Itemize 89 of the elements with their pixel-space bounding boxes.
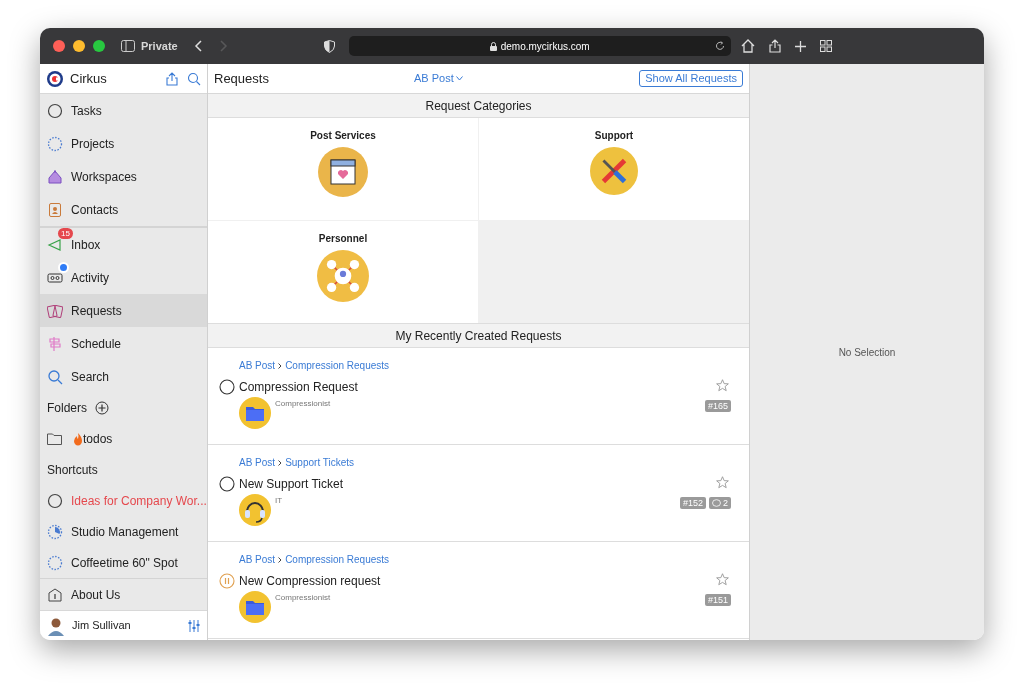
circle-icon: [47, 102, 63, 119]
show-all-button[interactable]: Show All Requests: [639, 70, 743, 87]
flame-icon: [73, 433, 83, 446]
url-text: demo.mycirkus.com: [500, 39, 590, 54]
user-name: Jim Sullivan: [72, 618, 132, 634]
lock-icon: [489, 41, 497, 51]
category-tile[interactable]: Post Services: [208, 118, 478, 220]
share-icon[interactable]: [165, 71, 179, 86]
cards-icon: [47, 302, 63, 319]
contact-card-icon: [47, 201, 63, 218]
assignee-label: Compressionist: [275, 592, 331, 604]
back-icon[interactable]: [193, 40, 202, 52]
app-name: Cirkus: [70, 69, 108, 88]
star-icon[interactable]: [716, 573, 729, 586]
folder-item[interactable]: todos: [40, 423, 207, 456]
workspace-dropdown[interactable]: AB Post: [414, 70, 463, 87]
sidebar-item[interactable]: Contacts: [40, 193, 207, 226]
circle-icon: [47, 492, 63, 509]
sidebar-item[interactable]: Schedule: [40, 327, 207, 360]
comment-icon: [712, 499, 721, 507]
shortcut-item[interactable]: About Us: [40, 579, 207, 610]
caret-icon: [455, 76, 463, 81]
sliders-icon[interactable]: [187, 618, 201, 633]
search-icon[interactable]: [187, 71, 201, 86]
workspace-link[interactable]: AB Post: [239, 358, 276, 373]
shortcut-item[interactable]: Coffeetime 60" Spot: [40, 547, 207, 578]
section-header: Request Categories: [208, 94, 749, 118]
chevron-icon: [278, 459, 283, 466]
sidebar-item[interactable]: Activity: [40, 261, 207, 294]
plus-icon[interactable]: [794, 40, 806, 52]
shortcut-item[interactable]: Studio Management: [40, 516, 207, 547]
dotted-circle-icon: [47, 135, 63, 152]
folder-icon: [239, 591, 271, 623]
workspace-link[interactable]: AB Post: [239, 455, 276, 470]
sidebar-item[interactable]: 15 Inbox: [40, 228, 207, 261]
progress-circle-icon: [47, 523, 63, 540]
tent-icon: [47, 168, 63, 185]
private-label: Private: [141, 38, 178, 54]
headset-icon: [239, 494, 271, 526]
chevron-icon: [278, 556, 283, 563]
category-tile[interactable]: Personnel: [208, 221, 478, 323]
sidebar-item[interactable]: Tasks: [40, 94, 207, 127]
home-icon[interactable]: [740, 39, 755, 53]
megaphone-icon: [47, 236, 63, 253]
signpost-icon: [47, 335, 63, 352]
category-link[interactable]: Support Tickets: [285, 455, 355, 470]
sidebar-item[interactable]: Requests: [40, 294, 207, 327]
circle-checkbox[interactable]: [219, 379, 235, 395]
sidebar-item[interactable]: Projects: [40, 127, 207, 160]
category-tile[interactable]: Support: [479, 118, 749, 220]
shield-icon[interactable]: [323, 39, 335, 53]
folder-icon: [47, 433, 62, 446]
tools-icon: [590, 147, 638, 195]
add-icon[interactable]: [95, 401, 109, 416]
people-icon: [317, 250, 369, 302]
star-icon[interactable]: [716, 379, 729, 392]
section-heading: Folders: [47, 400, 87, 418]
section-header: My Recently Created Requests: [208, 324, 749, 348]
logo-icon: [46, 69, 64, 88]
category-link[interactable]: Compression Requests: [285, 358, 390, 373]
dotted-circle-icon: [47, 554, 63, 571]
reload-icon[interactable]: [714, 41, 725, 51]
assignee-label: Compressionist: [275, 398, 331, 410]
info-icon: [47, 586, 63, 603]
search-icon: [47, 368, 63, 385]
request-title[interactable]: New Compression request: [239, 572, 381, 590]
page-title: Requests: [214, 69, 270, 88]
empty-state-text: No Selection: [838, 345, 896, 360]
request-title[interactable]: Compression Request: [239, 378, 358, 396]
comment-count-tag: 2: [709, 497, 731, 509]
category-link[interactable]: Compression Requests: [285, 552, 390, 567]
address-bar[interactable]: demo.mycirkus.com: [348, 36, 731, 56]
workspace-link[interactable]: AB Post: [239, 552, 276, 567]
sidebar-icon[interactable]: [121, 40, 135, 52]
chevron-icon: [278, 362, 283, 369]
count-badge: 15: [58, 227, 73, 239]
folder-icon: [239, 397, 271, 429]
star-icon[interactable]: [716, 476, 729, 489]
request-title[interactable]: New Support Ticket: [239, 475, 344, 493]
tabs-grid-icon[interactable]: [819, 40, 832, 52]
sidebar-item[interactable]: Workspaces: [40, 160, 207, 193]
number-tag: #152: [679, 497, 706, 509]
assignee-label: IT: [275, 495, 283, 507]
section-heading: Shortcuts: [47, 462, 98, 480]
circle-checkbox[interactable]: [219, 476, 235, 492]
number-tag: #165: [704, 400, 731, 412]
sidebar-item[interactable]: Search: [40, 360, 207, 393]
number-tag: #151: [704, 594, 731, 606]
storefront-icon: [318, 147, 368, 197]
